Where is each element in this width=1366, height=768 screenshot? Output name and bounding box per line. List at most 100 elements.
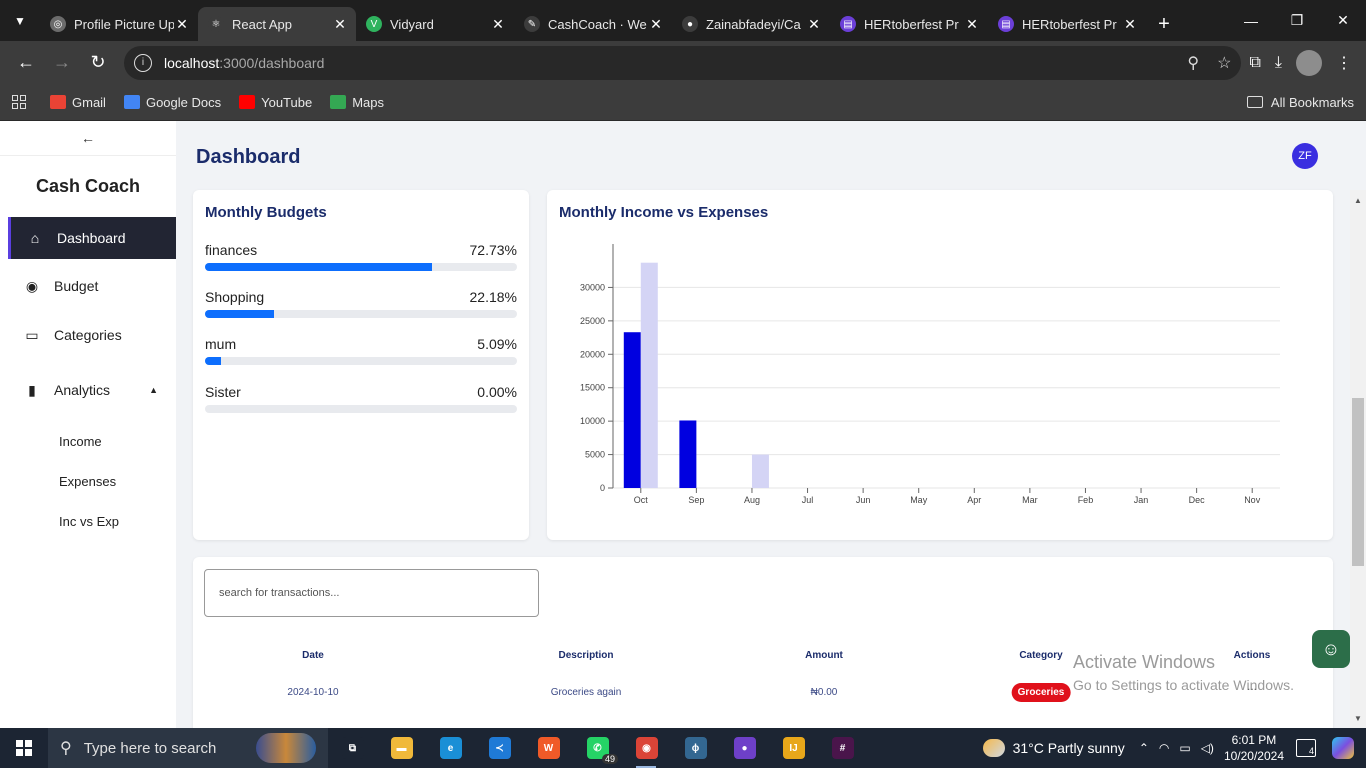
github-desktop-icon: ● [733,737,756,759]
column-header-date[interactable]: Date [302,650,324,661]
all-bookmarks-button[interactable]: All Bookmarks [1246,95,1354,110]
sidebar-subitem-inc-vs-exp[interactable]: Inc vs Exp [59,514,119,529]
sidebar-subitem-expenses[interactable]: Expenses [59,474,116,489]
browser-tab[interactable]: V Vidyard ✕ [356,7,514,41]
tab-close-icon[interactable]: ✕ [806,16,822,33]
sidebar-item-dashboard[interactable]: ⌂ Dashboard [8,217,176,259]
url-field[interactable]: i localhost:3000/dashboard ⚲ ☆ [124,45,1242,80]
taskbar-github-desktop-button[interactable]: ● [720,728,769,768]
x-tick-label: Dec [1189,495,1206,505]
category-badge: Groceries [1011,683,1071,702]
bookmark-google-docs[interactable]: Google Docs [123,94,222,110]
tab-close-icon[interactable]: ✕ [964,16,980,33]
minimize-icon[interactable]: — [1228,0,1274,41]
sidebar-item-categories[interactable]: ▭ Categories [8,314,176,356]
close-window-icon[interactable]: ✕ [1320,0,1366,41]
taskbar-file-explorer-button[interactable]: ▬ [377,728,426,768]
taskbar-whatsapp-button[interactable]: ✆ 49 [573,728,622,768]
download-icon[interactable]: ⤓ [1275,54,1282,72]
profile-avatar-icon[interactable] [1296,49,1322,76]
tab-close-icon[interactable]: ✕ [490,16,506,33]
tab-search-icon[interactable]: ▼ [0,0,40,41]
bookmark-label: Google Docs [145,94,222,110]
browser-tab[interactable]: ▤ HERtoberfest Pr ✕ [988,7,1146,41]
bookmark-favicon-icon [123,95,140,109]
taskbar-brave-button[interactable]: W [524,728,573,768]
start-button[interactable] [0,728,48,768]
budget-row: Shopping 22.18% [205,289,517,318]
chevron-up-icon[interactable]: ⌃ [1139,741,1149,755]
new-tab-button[interactable]: + [1146,7,1182,41]
taskbar-task-view-button[interactable]: ⧉ [328,728,377,768]
activate-windows-watermark: Activate Windows Go to Settings to activ… [1073,652,1294,693]
bar-expense[interactable] [640,262,658,488]
clock[interactable]: 6:01 PM 10/20/2024 [1224,732,1284,764]
bar-income[interactable] [679,420,697,488]
extensions-icon[interactable]: ⧉ [1249,54,1260,72]
site-info-icon[interactable]: i [134,53,152,72]
transaction-search-input[interactable] [204,569,539,617]
budget-row: Sister 0.00% [205,384,517,413]
reload-icon[interactable]: ↻ [80,45,116,81]
browser-tab[interactable]: ✎ CashCoach · We ✕ [514,7,672,41]
weather-text: 31°C Partly sunny [1012,740,1125,756]
wifi-icon[interactable]: ◠ [1159,741,1169,755]
user-avatar[interactable]: ZF [1292,143,1318,169]
zoom-icon[interactable]: ⚲ [1187,53,1199,73]
caret-up-icon[interactable]: ▲ [149,385,158,395]
bar-income[interactable] [623,332,641,488]
battery-icon[interactable]: ▭ [1179,741,1190,755]
tab-close-icon[interactable]: ✕ [648,16,664,33]
restore-icon[interactable]: ❐ [1274,0,1320,41]
taskbar-slack-button[interactable]: # [818,728,867,768]
forward-icon[interactable]: → [44,45,80,81]
sidebar-item-analytics[interactable]: ▮ Analytics ▲ [8,369,176,411]
taskbar-edge-button[interactable]: e [426,728,475,768]
monthly-budgets-card: Monthly Budgets finances 72.73% Shopping 22… [193,190,529,540]
x-tick-label: May [910,495,928,505]
bookmark-youtube[interactable]: YouTube [239,95,312,110]
taskbar-jetbrains-button[interactable]: IJ [769,728,818,768]
scroll-up-icon[interactable]: ▲ [1354,196,1362,205]
apps-grid-icon[interactable] [12,95,26,109]
copilot-icon[interactable] [1332,737,1354,759]
taskbar-search[interactable]: ⚲ Type here to search [48,728,328,768]
transactions-card: Date Description Amount Category Actions… [193,557,1333,737]
bookmark-gmail[interactable]: Gmail [50,95,106,110]
column-header-category[interactable]: Category [1019,650,1062,661]
tab-close-icon[interactable]: ✕ [174,16,190,33]
column-header-amount[interactable]: Amount [805,650,843,661]
income-expenses-chart: 0 5000 10000 15000 20000 25000 30000 Oct Sep Aug J… [580,244,1280,505]
browser-tab[interactable]: ◎ Profile Picture Up ✕ [40,7,198,41]
jetbrains-icon: IJ [782,737,805,759]
scrollbar-thumb[interactable] [1352,398,1364,566]
tab-label: Zainabfadeyi/Ca [706,16,801,32]
volume-icon[interactable]: ◁) [1201,741,1214,755]
tab-close-icon[interactable]: ✕ [332,16,348,33]
bookmark-maps[interactable]: Maps [330,95,384,110]
weather-widget[interactable]: 31°C Partly sunny [982,739,1125,757]
scroll-down-icon[interactable]: ▼ [1354,714,1362,723]
assistant-bot-icon[interactable]: ☺ [1312,630,1350,668]
sidebar-item-budget[interactable]: ◉ Budget [8,265,176,307]
column-header-description[interactable]: Description [558,650,613,661]
tab-close-icon[interactable]: ✕ [1122,16,1138,33]
windows-logo-icon [16,740,32,756]
taskbar-vscode-button[interactable]: ≺ [475,728,524,768]
back-icon[interactable]: ← [8,45,44,81]
taskbar-postgres-button[interactable]: ϕ [671,728,720,768]
browser-tab[interactable]: ▤ HERtoberfest Pr ✕ [830,7,988,41]
x-tick-label: Aug [744,495,760,505]
sidebar-subitem-income[interactable]: Income [59,434,102,449]
notification-icon[interactable]: 4 [1296,739,1316,757]
sidebar-collapse-button[interactable]: ← [0,121,176,156]
star-icon[interactable]: ☆ [1217,53,1231,73]
bar-expense[interactable] [751,454,769,488]
browser-tab[interactable]: ● Zainabfadeyi/Ca ✕ [672,7,830,41]
budget-progress-bar [205,405,517,413]
y-tick-label: 20000 [580,349,605,359]
menu-kebab-icon[interactable]: ⋮ [1336,53,1352,73]
taskbar-chrome-button[interactable]: ◉ [622,728,671,768]
browser-tab[interactable]: ⚛ React App ✕ [198,7,356,41]
page-scrollbar[interactable]: ▲ ▼ [1350,190,1366,728]
